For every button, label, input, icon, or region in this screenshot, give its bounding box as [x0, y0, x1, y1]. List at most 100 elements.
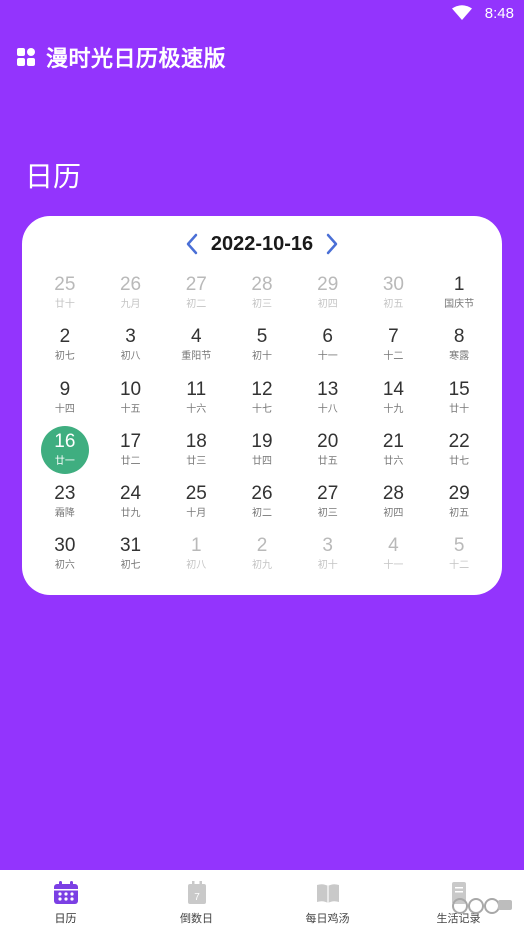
lunar-date: 十二	[383, 351, 404, 363]
lunar-date: 初六	[54, 560, 75, 572]
lunar-date: 寒露	[449, 351, 470, 363]
day-cell[interactable]: 5 初十	[229, 320, 295, 372]
day-cell[interactable]: 31 初七	[98, 529, 164, 581]
lunar-date: 廿四	[251, 455, 272, 467]
day-cell[interactable]: 27 初三	[295, 477, 361, 529]
day-cell[interactable]: 18 廿三	[163, 425, 229, 477]
day-cell[interactable]: 4 重阳节	[163, 320, 229, 372]
day-number: 22	[448, 430, 470, 452]
lunar-date: 十九	[383, 403, 404, 415]
lunar-date: 重阳节	[181, 351, 212, 363]
day-cell[interactable]: 2 初七	[32, 320, 98, 372]
lunar-date: 十一	[317, 351, 338, 363]
day-number: 3	[125, 326, 136, 348]
day-cell[interactable]: 2 初九	[229, 529, 295, 581]
calendar-nav: 2022-10-16	[22, 230, 502, 258]
day-number: 2	[59, 326, 71, 348]
day-number: 19	[251, 430, 273, 452]
day-cell[interactable]: 25 十月	[163, 477, 229, 529]
day-cell[interactable]: 1 初八	[163, 529, 229, 581]
day-number: 17	[119, 430, 142, 452]
day-cell[interactable]: 21 廿六	[361, 425, 427, 477]
day-cell[interactable]: 7 十二	[361, 320, 427, 372]
lunar-date: 霜降	[54, 508, 75, 520]
day-cell-selected[interactable]: 16 廿一	[32, 425, 98, 477]
day-cell[interactable]: 14 十九	[361, 373, 427, 425]
day-cell[interactable]: 30 初五	[361, 268, 427, 320]
day-number: 2	[256, 535, 268, 557]
day-cell[interactable]: 26 九月	[98, 268, 164, 320]
lunar-date: 初八	[120, 351, 141, 363]
nav-item-daily-quote[interactable]: 每日鸡汤	[262, 870, 393, 930]
day-number: 30	[382, 274, 404, 295]
lunar-date: 十六	[186, 403, 207, 415]
day-number: 20	[317, 430, 339, 452]
day-cell[interactable]: 30 初六	[32, 529, 98, 581]
day-cell[interactable]: 17 廿二	[98, 425, 164, 477]
day-cell[interactable]: 28 初三	[229, 268, 295, 320]
day-cell[interactable]: 8 寒露	[426, 320, 492, 372]
day-cell[interactable]: 13 十八	[295, 373, 361, 425]
watermark-logo	[452, 898, 512, 914]
lunar-date: 廿十	[54, 299, 75, 310]
day-number: 11	[186, 378, 207, 400]
day-number: 7	[388, 326, 399, 348]
day-cell[interactable]: 22 廿七	[426, 425, 492, 477]
next-month-button[interactable]	[319, 230, 345, 258]
day-number: 14	[382, 378, 404, 400]
day-cell[interactable]: 1 国庆节	[426, 268, 492, 320]
prev-month-button[interactable]	[179, 230, 205, 258]
bottom-nav: 日历 7 倒数日 每日鸡汤 生活记录	[0, 870, 524, 930]
day-number: 5	[453, 535, 465, 557]
day-number: 28	[251, 274, 273, 295]
current-date[interactable]: 2022-10-16	[211, 233, 313, 256]
day-number: 4	[190, 326, 202, 348]
day-number: 18	[185, 430, 207, 452]
lunar-date: 廿三	[186, 455, 207, 467]
lunar-date: 初三	[251, 299, 272, 310]
day-cell[interactable]: 29 初五	[426, 477, 492, 529]
day-cell[interactable]: 23 霜降	[32, 477, 98, 529]
day-cell[interactable]: 20 廿五	[295, 425, 361, 477]
day-cell[interactable]: 24 廿九	[98, 477, 164, 529]
day-cell[interactable]: 25 廿十	[32, 268, 98, 320]
status-time: 8:48	[484, 5, 514, 22]
day-cell[interactable]: 9 十四	[32, 373, 98, 425]
day-number: 25	[185, 483, 207, 505]
day-cell[interactable]: 5 十二	[426, 529, 492, 581]
grid-icon[interactable]	[16, 47, 36, 67]
day-number: 8	[453, 326, 465, 348]
day-number: 16	[54, 430, 76, 452]
day-cell[interactable]: 4 十一	[361, 529, 427, 581]
day-number: 1	[453, 274, 465, 295]
day-cell[interactable]: 3 初八	[98, 320, 164, 372]
nav-label-daily-quote: 每日鸡汤	[305, 912, 350, 925]
day-cell[interactable]: 6 十一	[295, 320, 361, 372]
lunar-date: 初七	[120, 560, 141, 572]
day-number: 30	[54, 535, 76, 557]
lunar-date: 十八	[317, 403, 338, 415]
lunar-date: 十一	[383, 560, 404, 572]
day-number: 23	[54, 483, 76, 505]
day-cell[interactable]: 19 廿四	[229, 425, 295, 477]
day-cell[interactable]: 3 初十	[295, 529, 361, 581]
day-cell[interactable]: 26 初二	[229, 477, 295, 529]
lunar-date: 廿十	[449, 403, 470, 415]
day-cell[interactable]: 28 初四	[361, 477, 427, 529]
day-number: 24	[119, 483, 142, 505]
lunar-date: 十二	[449, 560, 470, 572]
lunar-date: 十五	[120, 403, 141, 415]
day-cell[interactable]: 29 初四	[295, 268, 361, 320]
day-cell[interactable]: 11 十六	[163, 373, 229, 425]
countdown-icon: 7	[187, 881, 206, 904]
lunar-date: 十四	[54, 403, 75, 415]
day-number: 15	[448, 378, 470, 400]
day-cell[interactable]: 27 初二	[163, 268, 229, 320]
nav-item-countdown[interactable]: 7 倒数日	[131, 870, 262, 930]
day-cell[interactable]: 12 十七	[229, 373, 295, 425]
nav-item-calendar[interactable]: 日历	[0, 870, 131, 930]
day-cell[interactable]: 10 十五	[98, 373, 164, 425]
day-number: 27	[317, 483, 339, 505]
day-number: 5	[256, 326, 268, 348]
day-cell[interactable]: 15 廿十	[426, 373, 492, 425]
